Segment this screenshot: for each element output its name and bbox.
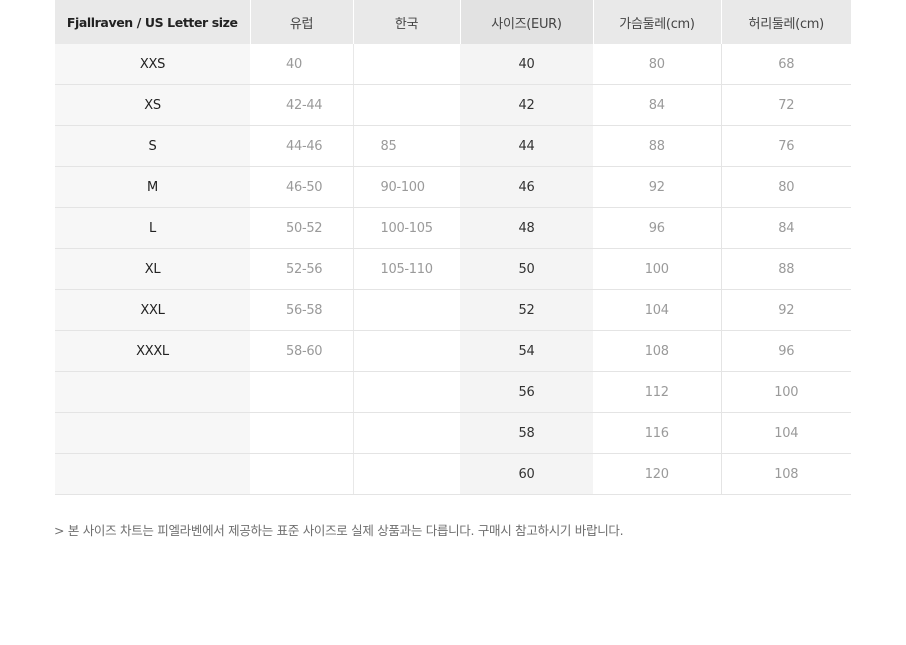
cell-korea: 90-100	[353, 166, 460, 208]
cell-chest: 88	[593, 125, 722, 167]
cell-europe: 46-50	[250, 166, 354, 208]
cell-chest: 84	[593, 84, 722, 126]
cell-eur-size: 58	[460, 412, 593, 454]
cell-eur-size: 54	[460, 330, 593, 372]
cell-korea	[353, 289, 460, 331]
table-row: XS 42-44 42 84 72	[55, 84, 851, 126]
cell-waist: 104	[721, 412, 851, 454]
cell-eur-size: 42	[460, 84, 593, 126]
table-body: XXS 40 40 80 68 XS 42-44 42 84 72 S 44-46 85 44 88 76 M 4…	[55, 44, 851, 495]
cell-waist: 92	[721, 289, 851, 331]
table-row: XXL 56-58 52 104 92	[55, 289, 851, 331]
cell-waist: 76	[721, 125, 851, 167]
cell-korea: 105-110	[353, 248, 460, 290]
cell-waist: 72	[721, 84, 851, 126]
cell-chest: 112	[593, 371, 722, 413]
cell-europe	[250, 453, 354, 495]
cell-korea	[353, 453, 460, 495]
cell-letter-size: L	[55, 207, 250, 249]
size-note: > 본 사이즈 차트는 피엘라벤에서 제공하는 표준 사이즈로 실제 상품과는 …	[54, 523, 624, 538]
cell-letter-size: XS	[55, 84, 250, 126]
cell-chest: 120	[593, 453, 722, 495]
header-europe: 유럽	[250, 0, 354, 44]
table-row: 58 116 104	[55, 412, 851, 454]
cell-letter-size: XXL	[55, 289, 250, 331]
table-row: XXXL 58-60 54 108 96	[55, 330, 851, 372]
header-chest: 가슴둘레(cm)	[593, 0, 722, 44]
cell-korea: 85	[353, 125, 460, 167]
header-row: Fjallraven / US Letter size 유럽 한국 사이즈(EU…	[55, 0, 851, 44]
cell-korea	[353, 44, 460, 85]
cell-waist: 108	[721, 453, 851, 495]
cell-waist: 80	[721, 166, 851, 208]
cell-europe: 44-46	[250, 125, 354, 167]
cell-letter-size	[55, 371, 250, 413]
size-chart: Fjallraven / US Letter size 유럽 한국 사이즈(EU…	[55, 0, 851, 495]
cell-europe: 56-58	[250, 289, 354, 331]
cell-letter-size: XL	[55, 248, 250, 290]
cell-letter-size	[55, 412, 250, 454]
cell-korea	[353, 371, 460, 413]
table-row: L 50-52 100-105 48 96 84	[55, 207, 851, 249]
cell-waist: 84	[721, 207, 851, 249]
table-row: XXS 40 40 80 68	[55, 44, 851, 85]
table-row: 56 112 100	[55, 371, 851, 413]
table-header: Fjallraven / US Letter size 유럽 한국 사이즈(EU…	[55, 0, 851, 44]
cell-eur-size: 40	[460, 44, 593, 85]
cell-letter-size: M	[55, 166, 250, 208]
header-eur-size: 사이즈(EUR)	[460, 0, 594, 44]
cell-korea	[353, 84, 460, 126]
cell-letter-size	[55, 453, 250, 495]
cell-europe	[250, 371, 354, 413]
cell-korea	[353, 330, 460, 372]
cell-eur-size: 52	[460, 289, 593, 331]
cell-waist: 88	[721, 248, 851, 290]
cell-letter-size: XXS	[55, 44, 250, 85]
cell-waist: 96	[721, 330, 851, 372]
cell-eur-size: 56	[460, 371, 593, 413]
cell-eur-size: 60	[460, 453, 593, 495]
cell-europe: 40	[250, 44, 354, 85]
cell-letter-size: S	[55, 125, 250, 167]
header-letter-size: Fjallraven / US Letter size	[55, 0, 251, 44]
table-row: 60 120 108	[55, 453, 851, 495]
header-waist: 허리둘레(cm)	[721, 0, 851, 44]
cell-waist: 68	[721, 44, 851, 85]
cell-chest: 100	[593, 248, 722, 290]
cell-letter-size: XXXL	[55, 330, 250, 372]
cell-eur-size: 46	[460, 166, 593, 208]
cell-chest: 108	[593, 330, 722, 372]
cell-korea	[353, 412, 460, 454]
cell-europe	[250, 412, 354, 454]
table-row: M 46-50 90-100 46 92 80	[55, 166, 851, 208]
cell-chest: 96	[593, 207, 722, 249]
cell-europe: 50-52	[250, 207, 354, 249]
cell-korea: 100-105	[353, 207, 460, 249]
cell-eur-size: 48	[460, 207, 593, 249]
cell-eur-size: 50	[460, 248, 593, 290]
cell-europe: 42-44	[250, 84, 354, 126]
cell-chest: 92	[593, 166, 722, 208]
cell-europe: 58-60	[250, 330, 354, 372]
table-row: S 44-46 85 44 88 76	[55, 125, 851, 167]
cell-eur-size: 44	[460, 125, 593, 167]
cell-waist: 100	[721, 371, 851, 413]
table-row: XL 52-56 105-110 50 100 88	[55, 248, 851, 290]
size-table: Fjallraven / US Letter size 유럽 한국 사이즈(EU…	[55, 0, 851, 495]
cell-chest: 116	[593, 412, 722, 454]
cell-chest: 104	[593, 289, 722, 331]
cell-europe: 52-56	[250, 248, 354, 290]
cell-chest: 80	[593, 44, 722, 85]
header-korea: 한국	[353, 0, 461, 44]
